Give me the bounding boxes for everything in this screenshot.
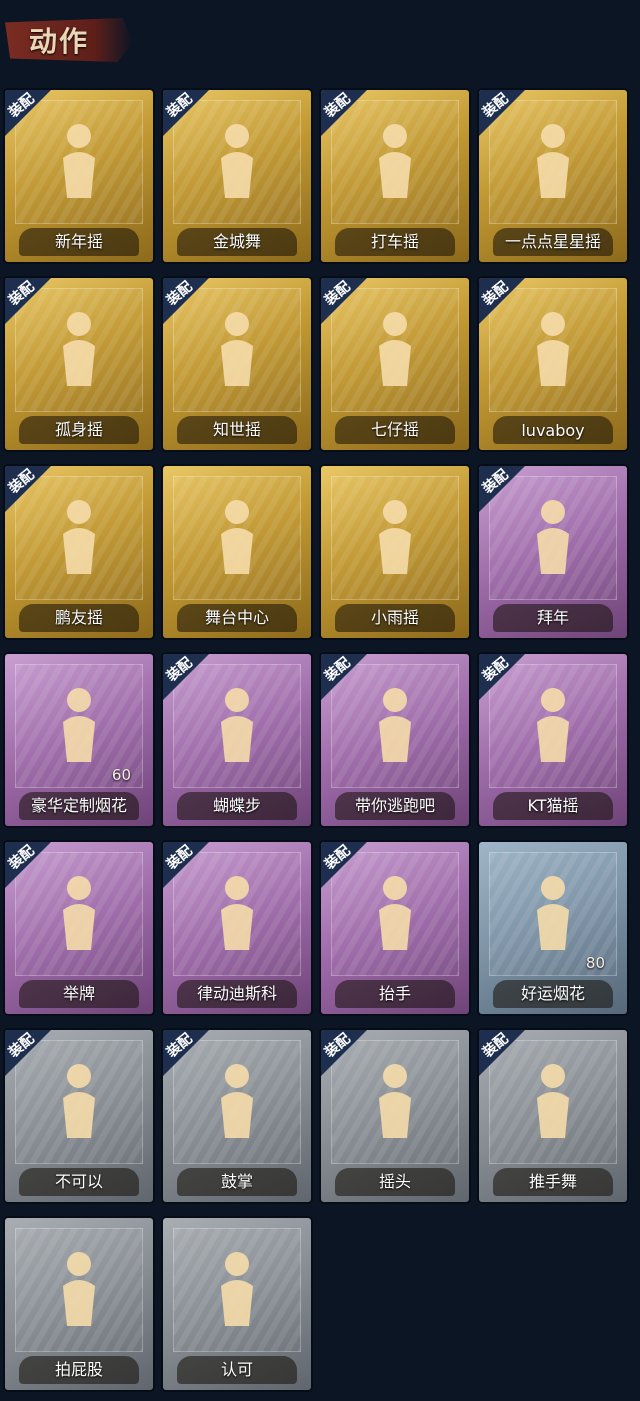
emote-card[interactable]: 抬手 装配 [321,842,469,1014]
card-label: 打车摇 [370,232,419,251]
emote-card[interactable]: 金城舞 装配 [163,90,311,262]
emote-card[interactable]: 带你逃跑吧 装配 [321,654,469,826]
emote-card[interactable]: 一点点星星摇 装配 [479,90,627,262]
card-label: 豪华定制烟花 [30,796,127,815]
emote-card[interactable]: luvaboy 装配 [479,278,627,450]
emote-figure-icon [379,124,411,198]
emote-figure-icon [63,1252,95,1326]
card-label: 律动迪斯科 [196,984,277,1003]
card-label: 七仔摇 [370,420,419,439]
emote-figure-icon [537,500,569,574]
emote-figure-icon [221,876,253,950]
emote-card[interactable]: 认可 [163,1218,311,1390]
card-label: 抬手 [378,984,411,1003]
emote-figure-icon [63,500,95,574]
emote-figure-icon [379,312,411,386]
card-label: 带你逃跑吧 [354,796,435,815]
emote-figure-icon [537,1064,569,1138]
card-label: 举牌 [62,984,95,1003]
card-label: 推手舞 [528,1172,577,1191]
emote-card[interactable]: 拍屁股 [5,1218,153,1390]
emote-card[interactable]: 摇头 装配 [321,1030,469,1202]
item-count: 80 [585,954,605,972]
emote-card[interactable]: 鹏友摇 装配 [5,466,153,638]
card-label: 一点点星星摇 [504,232,601,251]
card-label: 摇头 [378,1172,411,1191]
emote-card[interactable]: 舞台中心 [163,466,311,638]
item-count: 60 [111,766,131,784]
emote-card[interactable]: 豪华定制烟花 60 [5,654,153,826]
emote-figure-icon [537,876,569,950]
emote-card[interactable]: 新年摇 装配 [5,90,153,262]
card-label: 蝴蝶步 [212,796,261,815]
emote-figure-icon [379,876,411,950]
emote-card[interactable]: 举牌 装配 [5,842,153,1014]
emote-card[interactable]: 鼓掌 装配 [163,1030,311,1202]
emote-figure-icon [537,312,569,386]
emote-figure-icon [379,1064,411,1138]
card-label: 不可以 [54,1172,103,1191]
emote-card[interactable]: 不可以 装配 [5,1030,153,1202]
emote-figure-icon [221,500,253,574]
emote-figure-icon [379,500,411,574]
emote-card[interactable]: 知世摇 装配 [163,278,311,450]
emote-card[interactable]: KT猫摇 装配 [479,654,627,826]
emote-figure-icon [63,876,95,950]
emote-card[interactable]: 拜年 装配 [479,466,627,638]
emote-figure-icon [221,1064,253,1138]
card-label: 拜年 [536,608,569,627]
card-label: 新年摇 [54,232,103,251]
emote-card[interactable]: 好运烟花 80 [479,842,627,1014]
emote-figure-icon [221,312,253,386]
card-label: 金城舞 [212,232,261,251]
card-label: KT猫摇 [527,796,579,815]
emote-card[interactable]: 律动迪斯科 装配 [163,842,311,1014]
card-label: luvaboy [521,421,585,440]
emote-card[interactable]: 蝴蝶步 装配 [163,654,311,826]
emote-figure-icon [63,688,95,762]
emote-figure-icon [63,124,95,198]
card-label: 鼓掌 [220,1172,253,1191]
card-label: 拍屁股 [54,1360,103,1379]
card-label: 知世摇 [212,420,261,439]
card-label: 孤身摇 [54,420,103,439]
card-label: 舞台中心 [204,608,269,627]
card-label: 小雨摇 [370,608,419,627]
card-label: 认可 [220,1360,253,1379]
emote-figure-icon [221,1252,253,1326]
emote-card[interactable]: 打车摇 装配 [321,90,469,262]
card-label: 鹏友摇 [54,608,103,627]
emote-figure-icon [63,1064,95,1138]
emote-card[interactable]: 七仔摇 装配 [321,278,469,450]
emote-figure-icon [63,312,95,386]
emote-card[interactable]: 推手舞 装配 [479,1030,627,1202]
emote-grid: 新年摇 装配 金城舞 装配 打车摇 装配 一点点星星摇 装配 孤身摇 装配 知世摇 装配 七仔摇 装配 lu… [0,0,640,1401]
card-label: 好运烟花 [520,984,585,1003]
emote-figure-icon [221,688,253,762]
emote-figure-icon [537,688,569,762]
emote-figure-icon [537,124,569,198]
emote-figure-icon [221,124,253,198]
emote-figure-icon [379,688,411,762]
emote-card[interactable]: 孤身摇 装配 [5,278,153,450]
emote-card[interactable]: 小雨摇 [321,466,469,638]
